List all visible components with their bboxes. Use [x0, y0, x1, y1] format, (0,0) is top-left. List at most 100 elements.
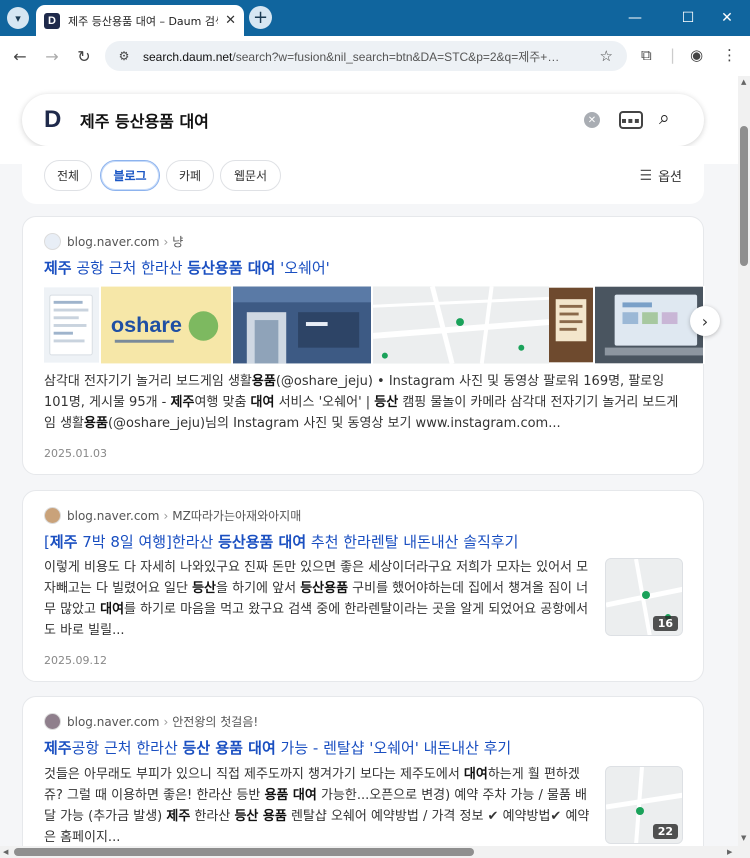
- search-input[interactable]: 제주 등산용품 대여: [80, 108, 209, 132]
- chevron-down-icon[interactable]: ▾: [7, 7, 29, 29]
- result-source[interactable]: blog.naver.com › 냥: [44, 233, 183, 250]
- horizontal-scroll-thumb[interactable]: [14, 848, 474, 856]
- text-segment: 삼각대 전자기기 놀거리 보드게임 생활: [44, 374, 252, 389]
- clear-icon[interactable]: ✕: [584, 112, 600, 128]
- map-image[interactable]: [373, 286, 551, 364]
- puzzle-icon[interactable]: ⧉: [641, 46, 652, 64]
- result-card: blog.naver.com › 냥 제주 공항 근처 한라산 등산용품 대여 …: [22, 216, 720, 475]
- result-title[interactable]: [제주 7박 8일 여행]한라산 등산용품 대여 추천 한라렌탈 내돈내산 솔직…: [44, 531, 518, 552]
- text-segment: 을 하기에 앞서: [216, 581, 301, 596]
- close-icon[interactable]: ✕: [704, 0, 750, 36]
- source-domain: blog.naver.com: [67, 234, 160, 249]
- text-segment: 서비스 '오쉐어' |: [274, 395, 375, 410]
- image-strip: oshare: [44, 286, 705, 364]
- highlight-text: 등산 용품 대여: [182, 739, 276, 757]
- browser-tab[interactable]: D 제주 등산용품 대여 – Daum 검색 ✕: [36, 5, 244, 36]
- highlight-text: 대여: [463, 767, 488, 782]
- menu-board-image[interactable]: [549, 286, 595, 364]
- address-bar[interactable]: ⚙ search.daum.net/search?w=fusion&nil_se…: [105, 41, 627, 71]
- blog-avatar: [44, 713, 61, 730]
- image-count-badge: 22: [652, 824, 678, 839]
- result-title[interactable]: 제주공항 근처 한라산 등산 용품 대여 가능 - 렌탈샵 '오쉐어' 내돈내산…: [44, 737, 511, 758]
- minimize-icon[interactable]: —: [612, 0, 658, 36]
- search-icon[interactable]: ⌕: [659, 107, 670, 129]
- result-date: 2025.01.03: [44, 447, 107, 460]
- search-box[interactable]: D 제주 등산용품 대여 ✕ ▪▪▪ ⌕: [22, 94, 704, 146]
- chevron-right-icon: ›: [163, 508, 169, 523]
- arrow-right-icon[interactable]: →: [40, 44, 64, 68]
- oshare-logo-image[interactable]: oshare: [101, 286, 233, 364]
- tab-web[interactable]: 웹문서: [220, 160, 281, 191]
- highlight-text: 용품 대여: [264, 788, 317, 803]
- highlight-text: 제주: [166, 809, 191, 824]
- reload-icon[interactable]: ↻: [72, 44, 96, 68]
- keyboard-icon[interactable]: ▪▪▪: [619, 111, 643, 129]
- oshare-logo-text: oshare: [111, 312, 182, 337]
- options-button[interactable]: ☰ 옵션: [640, 166, 682, 186]
- text-segment: 것들은 아무래도 부피가 있으니 직접 제주도까지 챙겨가기 보다는 제주도에서: [44, 767, 464, 782]
- result-card: blog.naver.com › 안전왕의 첫걸음! 제주공항 근처 한라산 등…: [22, 696, 704, 858]
- scroll-down-icon[interactable]: ▼: [741, 834, 746, 842]
- tab-blog[interactable]: 블로그: [100, 160, 160, 191]
- chevron-right-icon[interactable]: ›: [690, 306, 720, 336]
- scroll-up-icon[interactable]: ▲: [741, 78, 746, 86]
- daum-favicon-icon: D: [44, 12, 60, 29]
- star-icon[interactable]: ☆: [600, 47, 613, 65]
- text-segment: 7박 8일 여행]한라산: [77, 533, 219, 551]
- source-author: MZ따라가는아재와아지매: [172, 509, 302, 523]
- title-bar: ▾ D 제주 등산용품 대여 – Daum 검색 ✕ + — ☐ ✕: [0, 0, 750, 36]
- scroll-left-icon[interactable]: ◀: [3, 848, 8, 856]
- highlight-text: 제주: [44, 739, 72, 757]
- text-segment: 가능 - 렌탈샵 '오쉐어' 내돈내산 후기: [275, 739, 512, 757]
- arrow-left-icon[interactable]: ←: [8, 44, 32, 68]
- text-segment: 공항 근처 한라산: [71, 739, 183, 757]
- highlight-text: 대여: [100, 602, 125, 617]
- map-thumbnail[interactable]: 22: [605, 766, 683, 844]
- result-source[interactable]: blog.naver.com › 안전왕의 첫걸음!: [44, 713, 258, 730]
- vertical-scrollbar[interactable]: ▲ ▼: [738, 76, 750, 846]
- highlight-text: 용품: [251, 374, 276, 389]
- browser-toolbar: ← → ↻ ⚙ search.daum.net/search?w=fusion&…: [0, 36, 750, 76]
- image-count-badge: 16: [652, 616, 678, 631]
- highlight-text: 제주: [170, 395, 195, 410]
- kebab-menu-icon[interactable]: ⋮: [722, 46, 737, 64]
- thumb-image[interactable]: [44, 286, 101, 364]
- result-snippet: 삼각대 전자기기 놀거리 보드게임 생활용품(@oshare_jeju) • I…: [44, 371, 684, 434]
- filter-bar: 전체 블로그 카페 웹문서 ☰ 옵션: [22, 146, 704, 204]
- map-thumbnail[interactable]: 16: [605, 558, 683, 636]
- horizontal-scrollbar[interactable]: ◀ ▶: [0, 846, 750, 858]
- vertical-scroll-thumb[interactable]: [740, 126, 748, 266]
- text-segment: '오쉐어': [275, 259, 330, 277]
- text-segment: 공항 근처 한라산: [71, 259, 188, 277]
- highlight-text: 등산용품 대여: [218, 533, 307, 551]
- highlight-text: 등산: [374, 395, 399, 410]
- tab-title: 제주 등산용품 대여 – Daum 검색: [68, 14, 218, 28]
- scroll-right-icon[interactable]: ▶: [727, 848, 732, 856]
- page-content: D 제주 등산용품 대여 ✕ ▪▪▪ ⌕ 전체 블로그 카페 웹문서 ☰ 옵션 …: [0, 76, 738, 858]
- options-label: 옵션: [658, 170, 682, 185]
- result-source[interactable]: blog.naver.com › MZ따라가는아재와아지매: [44, 507, 301, 524]
- url-text[interactable]: search.daum.net/search?w=fusion&nil_sear…: [143, 48, 583, 65]
- result-card: blog.naver.com › MZ따라가는아재와아지매 [제주 7박 8일 …: [22, 490, 704, 682]
- highlight-text: 대여: [250, 395, 275, 410]
- result-snippet: 이렇게 비용도 다 자세히 나와있구요 진짜 돈만 있으면 좋은 세상이더라구요…: [44, 557, 592, 641]
- close-icon[interactable]: ✕: [225, 13, 236, 28]
- result-title[interactable]: 제주 공항 근처 한라산 등산용품 대여 '오쉐어': [44, 257, 330, 278]
- highlight-text: 등산용품: [300, 581, 349, 596]
- plus-icon[interactable]: +: [249, 6, 272, 29]
- result-snippet: 것들은 아무래도 부피가 있으니 직접 제주도까지 챙겨가기 보다는 제주도에서…: [44, 764, 592, 848]
- tune-icon[interactable]: ⚙: [115, 47, 133, 65]
- blog-avatar: [44, 507, 61, 524]
- profile-icon[interactable]: ◉: [690, 46, 703, 64]
- blog-avatar: [44, 233, 61, 250]
- chevron-right-icon: ›: [163, 234, 169, 249]
- highlight-text: 용품: [84, 416, 108, 431]
- tab-all[interactable]: 전체: [44, 160, 92, 191]
- laptop-image[interactable]: [595, 286, 705, 364]
- storefront-image[interactable]: [233, 286, 373, 364]
- text-segment: 추천 한라렌탈 내돈내산 솔직후기: [306, 533, 519, 551]
- source-domain: blog.naver.com: [67, 714, 160, 729]
- chevron-right-icon: ›: [163, 714, 169, 729]
- daum-logo[interactable]: D: [44, 106, 64, 134]
- tab-cafe[interactable]: 카페: [166, 160, 214, 191]
